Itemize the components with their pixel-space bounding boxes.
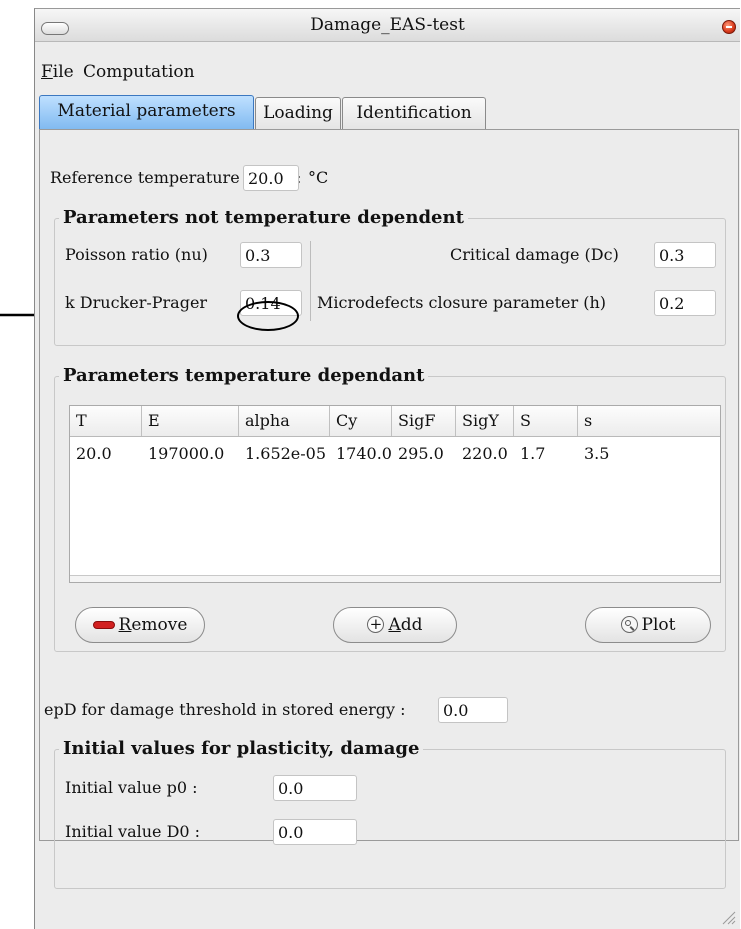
epd-label: epD for damage threshold in stored energ… [44, 700, 406, 719]
drucker-prager-label: k Drucker-Prager [65, 293, 208, 312]
group-not-temperature-dependent: Parameters not temperature dependent Poi… [54, 206, 726, 346]
table-header: T E alpha Cy SigF SigY S s [70, 406, 720, 437]
group-temperature-dependant: Parameters temperature dependant T E alp… [54, 364, 726, 652]
table-cell: 295.0 [398, 444, 444, 463]
horizontal-scrollbar[interactable] [70, 575, 720, 582]
group-title: Initial values for plasticity, damage [59, 737, 424, 761]
column-header-sigy[interactable]: SigY [456, 406, 514, 436]
group-initial-values: Initial values for plasticity, damage In… [54, 737, 726, 889]
epd-input[interactable] [438, 697, 508, 723]
close-icon[interactable] [722, 20, 736, 34]
magnifier-icon [620, 616, 638, 633]
table-cell: 20.0 [76, 444, 112, 463]
title-bar[interactable]: Damage_EAS-test [35, 9, 740, 42]
initial-d0-label: Initial value D0 : [65, 822, 201, 841]
resize-grip-icon[interactable] [720, 909, 736, 925]
group-title: Parameters not temperature dependent [59, 206, 468, 230]
column-separator [310, 241, 311, 321]
tab-identification[interactable]: Identification [342, 97, 486, 130]
column-header-t[interactable]: T [70, 406, 142, 436]
column-header-cy[interactable]: Cy [330, 406, 392, 436]
group-title: Parameters temperature dependant [59, 364, 429, 388]
menu-file[interactable]: File [41, 62, 74, 82]
app-window: Damage_EAS-test File Computation Materia… [34, 8, 740, 929]
critical-damage-label: Critical damage (Dc) [450, 245, 619, 264]
tab-material-parameters[interactable]: Material parameters [39, 95, 254, 130]
column-header-e[interactable]: E [142, 406, 239, 436]
window-title: Damage_EAS-test [310, 15, 465, 35]
column-header-alpha[interactable]: alpha [239, 406, 330, 436]
material-parameters-panel: Reference temperature (Tref) : °C Parame… [39, 129, 739, 889]
column-header-sigf[interactable]: SigF [392, 406, 456, 436]
menu-bar: File Computation [35, 41, 740, 82]
table-cell: 220.0 [462, 444, 508, 463]
initial-p0-label: Initial value p0 : [65, 778, 198, 797]
add-icon: + [367, 616, 385, 633]
critical-damage-input[interactable] [654, 242, 716, 268]
add-button[interactable]: + Add [333, 607, 457, 643]
column-header-s-lower[interactable]: s [578, 406, 720, 436]
plot-button[interactable]: Plot [585, 607, 711, 643]
table-cell: 3.5 [584, 444, 610, 463]
microdefects-label: Microdefects closure parameter (h) [317, 293, 606, 312]
table-cell: 1.7 [520, 444, 546, 463]
tab-loading[interactable]: Loading [255, 97, 341, 130]
menu-computation[interactable]: Computation [83, 62, 195, 82]
annotation-circle [237, 301, 299, 331]
table-cell: 197000.0 [148, 444, 225, 463]
parameters-table[interactable]: T E alpha Cy SigF SigY S s 20.0 197000.0… [69, 405, 721, 583]
column-header-s-upper[interactable]: S [514, 406, 578, 436]
poisson-ratio-input[interactable] [240, 242, 302, 268]
table-cell: 1.652e-05 [245, 444, 327, 463]
reference-temperature-input[interactable] [243, 165, 299, 191]
remove-button[interactable]: Remove [75, 607, 205, 643]
table-cell: 1740.0 [336, 444, 392, 463]
initial-p0-input[interactable] [273, 775, 357, 801]
temperature-unit-label: °C [308, 168, 329, 187]
remove-icon [92, 620, 115, 629]
poisson-ratio-label: Poisson ratio (nu) [65, 245, 208, 264]
initial-d0-input[interactable] [273, 819, 357, 845]
microdefects-input[interactable] [654, 290, 716, 316]
